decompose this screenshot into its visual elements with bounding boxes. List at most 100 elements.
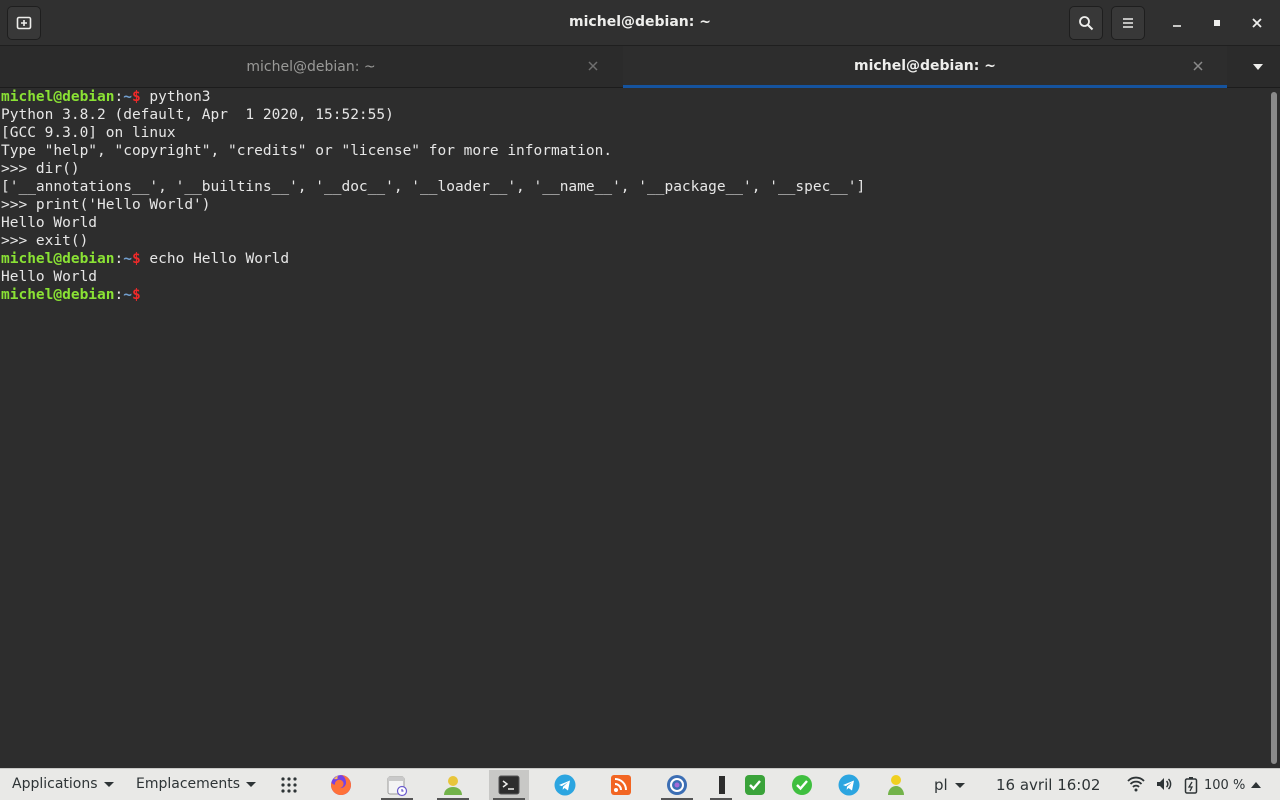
close-icon — [1252, 18, 1262, 28]
taskbar-telegram-2[interactable] — [829, 770, 869, 800]
taskbar-fedora-app[interactable] — [657, 770, 697, 800]
command-text: python3 — [140, 89, 211, 105]
fedora-icon — [667, 775, 687, 795]
bottom-panel: Applications Emplacements pl 16 avril 16… — [0, 768, 1280, 800]
terminal-line: Type "help", "copyright", "credits" or "… — [1, 142, 865, 160]
output-text: >>> print('Hello World') — [1, 197, 211, 213]
user-status-icon — [444, 776, 462, 795]
taskbar-tasks-app-2[interactable] — [782, 770, 822, 800]
chevron-down-icon — [246, 781, 257, 787]
taskbar-user-status[interactable] — [433, 770, 473, 800]
wifi-icon — [1127, 776, 1145, 792]
new-tab-button[interactable] — [7, 6, 41, 40]
maximize-button[interactable] — [1205, 11, 1229, 35]
tab-close-icon[interactable] — [1191, 59, 1205, 73]
output-text: Python 3.8.2 (default, Apr 1 2020, 15:52… — [1, 107, 394, 123]
app-grid-button[interactable] — [269, 770, 309, 800]
tab-list-dropdown[interactable] — [1240, 58, 1276, 76]
applications-menu-label: Applications — [12, 776, 98, 792]
tab-label: michel@debian: ~ — [854, 57, 996, 74]
checkmark-green-icon — [745, 775, 765, 795]
firefox-icon — [331, 775, 351, 795]
prompt-user-host: michel@debian — [1, 89, 115, 105]
terminal-view[interactable]: michel@debian:~$ python3 Python 3.8.2 (de… — [0, 88, 1268, 768]
output-text: Hello World — [1, 269, 98, 285]
rss-icon — [611, 775, 631, 795]
terminal-line: >>> dir() — [1, 160, 865, 178]
prompt-separator: : — [114, 251, 124, 267]
prompt-dollar: $ — [131, 251, 141, 267]
battery-percent: 100 % — [1204, 777, 1246, 793]
chevron-up-icon — [1251, 782, 1262, 788]
terminal-scrollbar[interactable] — [1268, 88, 1280, 768]
prompt-path: ~ — [123, 251, 132, 267]
taskbar-rss[interactable] — [601, 770, 641, 800]
terminal-line: Hello World — [1, 214, 865, 232]
prompt-dollar: $ — [131, 287, 141, 303]
taskbar-terminal[interactable] — [489, 770, 529, 800]
close-window-button[interactable] — [1245, 11, 1269, 35]
prompt-user-host: michel@debian — [1, 251, 115, 267]
checkmark-green-icon — [792, 775, 812, 795]
taskbar-calendar-reminder[interactable] — [377, 770, 417, 800]
battery-icon — [1184, 777, 1198, 794]
minimize-button[interactable] — [1165, 11, 1189, 35]
tab-terminal-2[interactable]: michel@debian: ~ — [623, 46, 1227, 88]
telegram-icon — [554, 774, 576, 796]
prompt-dollar: $ — [131, 89, 141, 105]
output-text: Type "help", "copyright", "credits" or "… — [1, 143, 613, 159]
scrollbar-thumb[interactable] — [1271, 92, 1277, 764]
command-text: echo Hello World — [140, 251, 290, 267]
output-text: >>> dir() — [1, 161, 80, 177]
tab-label: michel@debian: ~ — [246, 59, 376, 75]
places-menu-label: Emplacements — [136, 776, 241, 792]
battery-status[interactable]: 100 % — [1184, 776, 1262, 794]
volume-icon — [1157, 778, 1172, 790]
app-grid-icon — [281, 777, 297, 793]
chevron-down-icon — [103, 781, 114, 787]
search-button[interactable] — [1069, 6, 1103, 40]
taskbar-telegram[interactable] — [545, 770, 585, 800]
telegram-icon — [838, 774, 860, 796]
output-text: [GCC 9.3.0] on linux — [1, 125, 176, 141]
taskbar-tasks-app[interactable] — [735, 770, 775, 800]
prompt-path: ~ — [123, 89, 132, 105]
taskbar-window-thumbnail[interactable] — [706, 770, 736, 800]
applications-menu[interactable]: Applications — [12, 776, 114, 792]
terminal-icon — [498, 775, 520, 795]
terminal-line: [GCC 9.3.0] on linux — [1, 124, 865, 142]
minimize-icon — [1173, 25, 1181, 27]
output-text: ['__annotations__', '__builtins__', '__d… — [1, 179, 866, 195]
taskbar-firefox[interactable] — [321, 770, 361, 800]
header-bar: michel@debian: ~ — [0, 0, 1280, 46]
clock[interactable]: 16 avril 16:02 — [996, 776, 1100, 794]
tab-close-icon[interactable] — [586, 59, 600, 73]
pidgin-icon — [888, 775, 904, 795]
prompt-separator: : — [114, 89, 124, 105]
hamburger-menu-icon — [1123, 18, 1133, 28]
menu-button[interactable] — [1111, 6, 1145, 40]
search-icon — [1079, 16, 1094, 31]
output-text: Hello World — [1, 215, 98, 231]
terminal-line: michel@debian:~$ — [1, 286, 865, 304]
terminal-line: ['__annotations__', '__builtins__', '__d… — [1, 178, 865, 196]
terminal-line: >>> exit() — [1, 232, 865, 250]
tab-bar: michel@debian: ~ michel@debian: ~ — [0, 46, 1280, 88]
tab-terminal-1[interactable]: michel@debian: ~ — [0, 46, 622, 88]
places-menu[interactable]: Emplacements — [136, 776, 257, 792]
taskbar-pidgin[interactable] — [876, 770, 916, 800]
keyboard-layout-label: pl — [934, 776, 948, 794]
calendar-reminder-icon — [387, 776, 408, 797]
terminal-line: michel@debian:~$ python3 — [1, 88, 865, 106]
terminal-line: >>> print('Hello World') — [1, 196, 865, 214]
terminal-line: Python 3.8.2 (default, Apr 1 2020, 15:52… — [1, 106, 865, 124]
prompt-separator: : — [114, 287, 124, 303]
terminal-line: Hello World — [1, 268, 865, 286]
volume-status[interactable] — [1155, 775, 1173, 797]
chevron-down-icon — [954, 782, 965, 788]
chevron-down-icon — [1253, 64, 1263, 70]
wifi-status[interactable] — [1127, 775, 1145, 797]
keyboard-layout-indicator[interactable]: pl — [934, 776, 965, 794]
maximize-icon — [1214, 20, 1220, 26]
new-tab-icon — [16, 16, 32, 30]
